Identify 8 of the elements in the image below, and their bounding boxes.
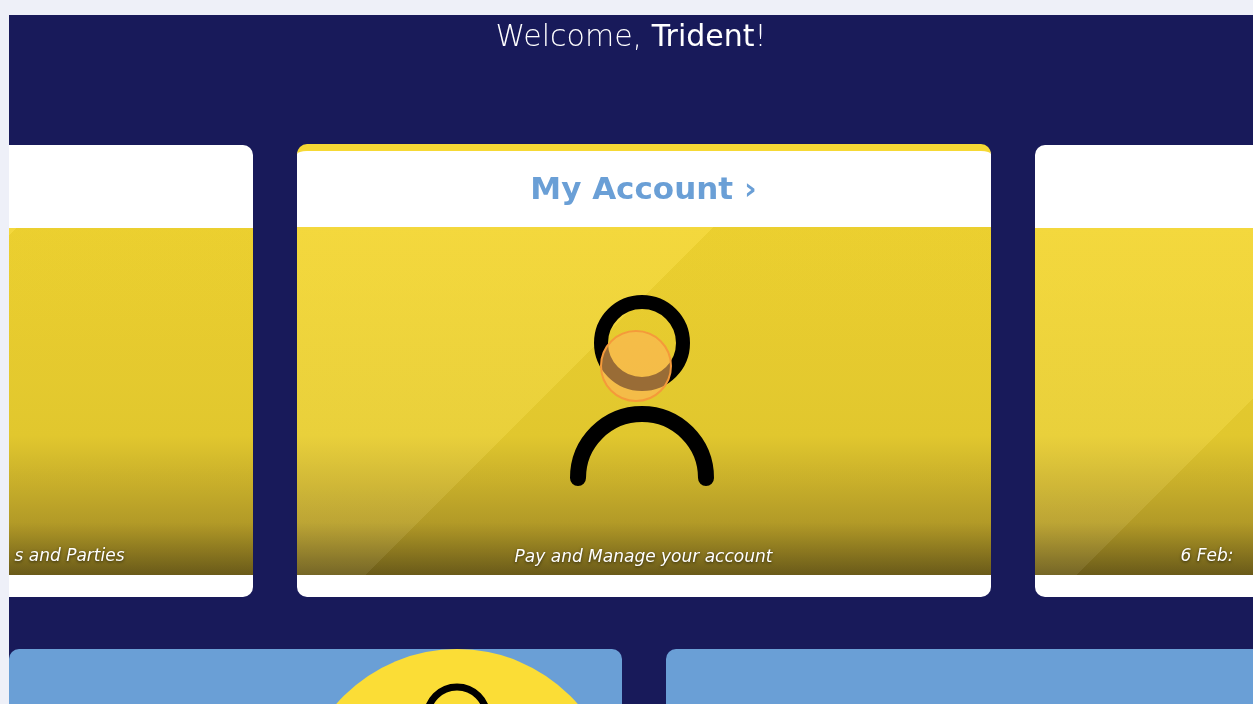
menu-card[interactable]: My Account › Pay and Manage your account [296,144,991,597]
menu-card[interactable]: 6 Feb: [1034,144,1253,597]
card-caption: Pay and Manage your account [513,544,774,568]
card-caption: s and Parties [14,544,125,567]
card-title[interactable]: My Account › [530,170,757,208]
menu-card[interactable]: s and Parties [9,144,253,597]
card-caption: 6 Feb: [1180,544,1234,567]
welcome-heading: Welcome, Trident! [494,17,768,55]
